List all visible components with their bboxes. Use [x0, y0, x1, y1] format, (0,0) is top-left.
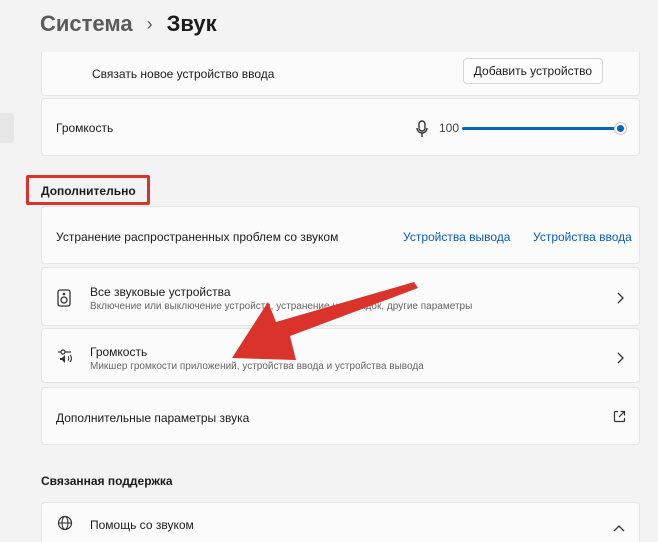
- input-volume-row: Громкость 100: [41, 98, 640, 156]
- all-devices-subtitle: Включение или выключение устройств, устр…: [90, 301, 473, 312]
- pair-input-device-row: Связать новое устройство ввода Добавить …: [41, 52, 640, 96]
- chevron-right-icon: [616, 351, 624, 369]
- page-title: Звук: [166, 11, 217, 36]
- troubleshoot-input-link[interactable]: Устройства ввода: [533, 230, 632, 244]
- globe-icon: [57, 515, 73, 536]
- input-volume-slider-thumb[interactable]: [615, 123, 626, 134]
- troubleshoot-label: Устранение распространенных проблем со з…: [56, 230, 339, 244]
- troubleshoot-output-link[interactable]: Устройства вывода: [403, 230, 510, 244]
- annotation-highlight-box: [26, 175, 150, 205]
- speaker-device-icon: [57, 289, 71, 312]
- breadcrumb-system-link[interactable]: Система: [40, 11, 133, 37]
- more-sound-settings-row[interactable]: Дополнительные параметры звука: [41, 387, 640, 445]
- related-support-heading: Связанная поддержка: [41, 474, 173, 488]
- pair-input-label: Связать новое устройство ввода: [92, 67, 275, 81]
- input-volume-label: Громкость: [56, 121, 114, 135]
- chevron-up-icon[interactable]: [613, 519, 625, 537]
- nav-pane-edge: [0, 113, 14, 143]
- volume-mixer-row[interactable]: Громкость Микшер громкости приложений, у…: [41, 328, 640, 383]
- troubleshoot-row: Устранение распространенных проблем со з…: [41, 206, 640, 264]
- volume-mixer-title: Громкость: [90, 345, 148, 359]
- volume-mixer-icon: [57, 349, 75, 368]
- more-sound-settings-label: Дополнительные параметры звука: [56, 411, 250, 425]
- input-volume-slider[interactable]: [462, 127, 620, 130]
- open-external-icon: [613, 410, 626, 428]
- help-with-sound-row[interactable]: Помощь со звуком: [41, 502, 640, 542]
- input-volume-value: 100: [439, 121, 460, 135]
- volume-mixer-subtitle: Микшер громкости приложений, устройства …: [90, 361, 424, 372]
- microphone-icon[interactable]: [416, 120, 428, 143]
- all-devices-title: Все звуковые устройства: [90, 285, 231, 299]
- breadcrumb: Система › Звук: [40, 8, 217, 40]
- chevron-right-icon: [616, 291, 624, 309]
- add-device-button[interactable]: Добавить устройство: [462, 58, 603, 84]
- help-with-sound-label: Помощь со звуком: [90, 518, 194, 532]
- all-sound-devices-row[interactable]: Все звуковые устройства Включение или вы…: [41, 267, 640, 326]
- breadcrumb-separator: ›: [146, 13, 153, 34]
